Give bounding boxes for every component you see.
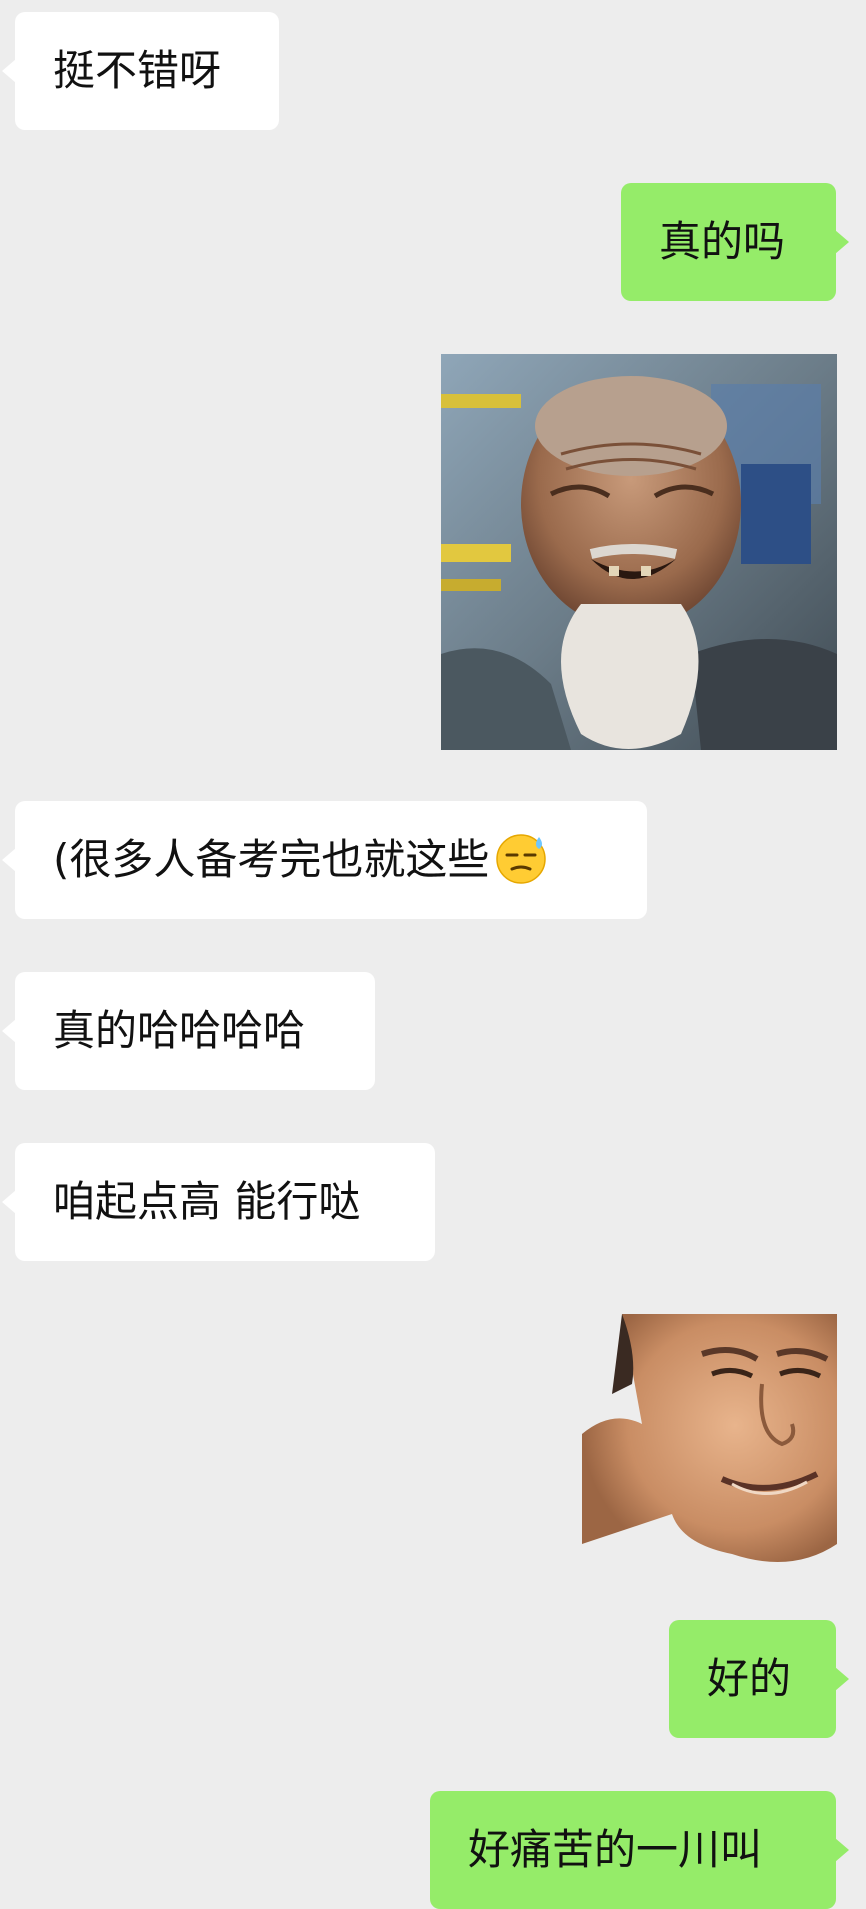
grimacing-man-sticker[interactable] [582,1314,837,1569]
incoming-message-bubble[interactable]: 挺不错呀 [2,12,279,130]
message-text: (很多人备考完也就这些 [53,835,490,884]
old-man-laughing-sticker[interactable] [441,354,837,750]
incoming-message-bubble[interactable]: 咱起点高 能行哒 [2,1143,435,1261]
message-text: 挺不错呀 [53,46,222,95]
message-text: 真的哈哈哈哈 [53,1006,306,1055]
grimacing-man-image [582,1314,837,1569]
outgoing-message-bubble[interactable]: 好痛苦的一川叫 [430,1791,849,1909]
message-text: 真的吗 [659,217,786,266]
incoming-message-bubble[interactable]: (很多人备考完也就这些 [2,801,647,919]
old-man-image [441,354,837,750]
outgoing-message-bubble[interactable]: 好的 [669,1620,849,1738]
sweat-smile-emoji [496,833,547,884]
message-text: 好痛苦的一川叫 [468,1825,763,1874]
message-text: 咱起点高 能行哒 [53,1177,361,1226]
outgoing-message-bubble[interactable]: 真的吗 [621,183,849,301]
chat-area: 挺不错呀 真的吗 (很多人备考完也就这些 真的哈哈哈哈 咱起点高 能行哒 好的 … [0,0,866,1909]
incoming-message-bubble[interactable]: 真的哈哈哈哈 [2,972,375,1090]
message-text: 好的 [707,1654,792,1703]
